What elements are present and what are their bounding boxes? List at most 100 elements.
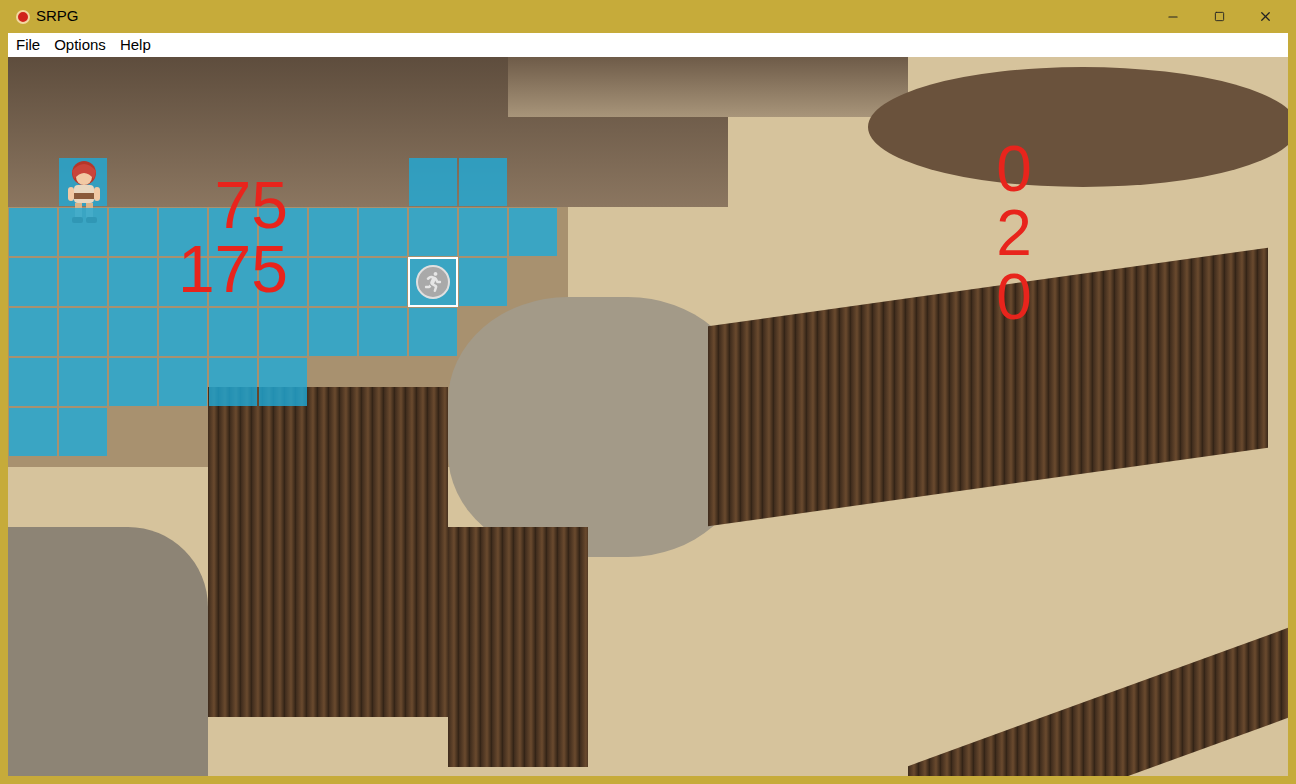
map-tile[interactable]	[508, 207, 558, 257]
map-tile[interactable]	[308, 157, 358, 207]
map-tile[interactable]	[208, 357, 258, 407]
map-tile[interactable]	[408, 107, 458, 157]
map-tile[interactable]	[458, 107, 508, 157]
map-tile[interactable]	[458, 307, 508, 357]
menu-bar: File Options Help	[8, 33, 1288, 57]
map-tile[interactable]	[508, 107, 558, 157]
app-window: SRPGFile Options Help 75175 020	[0, 0, 1296, 784]
map-tile[interactable]	[208, 307, 258, 357]
map-tile[interactable]	[58, 357, 108, 407]
map-tile[interactable]	[308, 257, 358, 307]
map-tile[interactable]	[308, 207, 358, 257]
map-tile[interactable]	[8, 207, 58, 257]
left-stats: 75175	[168, 173, 288, 301]
map-cursor[interactable]	[408, 257, 458, 307]
map-tile[interactable]	[258, 357, 308, 407]
map-tile[interactable]	[308, 357, 358, 407]
map-tile[interactable]	[458, 207, 508, 257]
right-stats: 020	[984, 137, 1044, 329]
maximize-button[interactable]	[1196, 0, 1242, 33]
map-tile[interactable]	[358, 207, 408, 257]
map-tile[interactable]	[8, 407, 58, 457]
map-tile[interactable]	[258, 107, 308, 157]
menu-item[interactable]: Options	[54, 34, 106, 57]
map-tile[interactable]	[358, 307, 408, 357]
map-tile[interactable]	[108, 407, 158, 457]
map-tile[interactable]	[308, 57, 358, 107]
map-tile[interactable]	[108, 157, 158, 207]
menu-item[interactable]: File	[16, 34, 40, 57]
map-tile[interactable]	[258, 307, 308, 357]
map-tile[interactable]	[158, 107, 208, 157]
map-tile[interactable]	[458, 407, 508, 457]
map-tile[interactable]	[508, 407, 558, 457]
map-tile[interactable]	[8, 57, 58, 107]
map-tile[interactable]	[358, 57, 408, 107]
map-tile[interactable]	[108, 57, 158, 107]
map-tile[interactable]	[458, 257, 508, 307]
close-icon	[1258, 9, 1273, 24]
map-tile[interactable]	[8, 257, 58, 307]
map-tile[interactable]	[508, 157, 558, 207]
map-tile[interactable]	[108, 357, 158, 407]
minimize-button[interactable]	[1150, 0, 1196, 33]
map-tile[interactable]	[508, 257, 558, 307]
close-button[interactable]	[1242, 0, 1288, 33]
map-tile[interactable]	[508, 57, 558, 107]
map-tile[interactable]	[308, 107, 358, 157]
map-tile[interactable]	[108, 307, 158, 357]
map-tile[interactable]	[408, 257, 458, 307]
map-tile[interactable]	[158, 407, 208, 457]
map-tile[interactable]	[8, 157, 58, 207]
map-tile[interactable]	[408, 157, 458, 207]
map-tile[interactable]	[108, 107, 158, 157]
map-tile[interactable]	[458, 357, 508, 407]
map-tile[interactable]	[458, 157, 508, 207]
map-tile[interactable]	[408, 357, 458, 407]
map-tile[interactable]	[208, 57, 258, 107]
map-tile[interactable]	[408, 307, 458, 357]
map-tile[interactable]	[208, 107, 258, 157]
map-tile[interactable]	[8, 307, 58, 357]
map-tile[interactable]	[108, 257, 158, 307]
map-tile[interactable]	[108, 207, 158, 257]
map-tile[interactable]	[158, 57, 208, 107]
map-tile[interactable]	[358, 107, 408, 157]
rock-rubble	[8, 527, 208, 776]
map-tile[interactable]	[358, 407, 408, 457]
map-tile[interactable]	[208, 407, 258, 457]
map-tile[interactable]	[258, 57, 308, 107]
map-tile[interactable]	[358, 157, 408, 207]
palisade-wall	[708, 248, 1268, 527]
map-tile[interactable]	[8, 107, 58, 157]
stat-value: 2	[984, 201, 1044, 265]
map-tile[interactable]	[508, 307, 558, 357]
palisade-wall	[208, 387, 448, 717]
map-tile[interactable]	[58, 407, 108, 457]
map-tile[interactable]	[358, 257, 408, 307]
map-tile[interactable]	[158, 307, 208, 357]
map-tile[interactable]	[58, 207, 108, 257]
map-tile[interactable]	[408, 207, 458, 257]
map-tile[interactable]	[8, 357, 58, 407]
minimize-icon	[1166, 10, 1180, 24]
map-tile[interactable]	[58, 157, 108, 207]
map-tile[interactable]	[458, 57, 508, 107]
menu-item[interactable]: Help	[120, 34, 151, 57]
map-tile[interactable]	[58, 107, 108, 157]
map-tile[interactable]	[158, 157, 208, 207]
map-tile[interactable]	[308, 307, 358, 357]
crater	[868, 67, 1288, 187]
map-tile[interactable]	[408, 57, 458, 107]
title-bar[interactable]: SRPG	[0, 0, 1296, 33]
map-tile[interactable]	[258, 407, 308, 457]
map-tile[interactable]	[308, 407, 358, 457]
map-tile[interactable]	[58, 257, 108, 307]
map-tile[interactable]	[408, 407, 458, 457]
map-tile[interactable]	[358, 357, 408, 407]
game-map[interactable]: 75175 020	[8, 57, 1288, 776]
map-tile[interactable]	[508, 357, 558, 407]
map-tile[interactable]	[58, 307, 108, 357]
map-tile[interactable]	[58, 57, 108, 107]
map-tile[interactable]	[158, 357, 208, 407]
